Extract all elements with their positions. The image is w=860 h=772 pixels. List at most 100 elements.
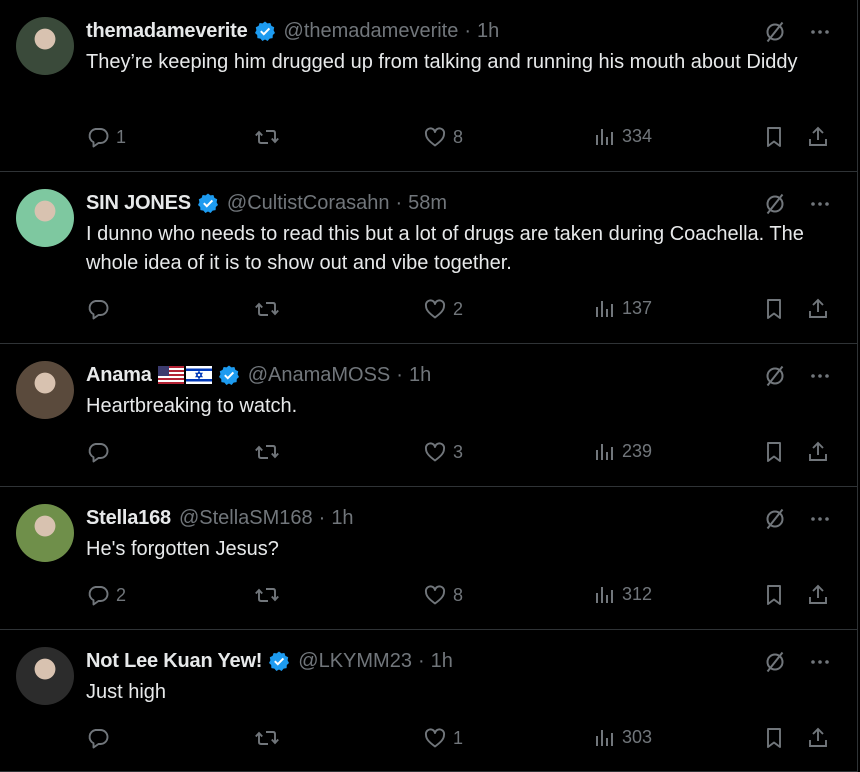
tweet[interactable]: SIN JONES @CultistCorasahn · 58m I dunno who… [0,172,857,344]
share-button[interactable] [806,726,830,750]
tweet[interactable]: Stella168 @StellaSM168 · 1h He's forgotten J… [0,487,857,630]
reply-icon [86,125,110,149]
like-button[interactable]: 8 [423,583,463,607]
tweet-header: Not Lee Kuan Yew! @LKYMM23 · 1h [86,646,453,676]
bookmark-button[interactable] [763,440,785,464]
separator-dot: · [417,649,425,672]
timestamp[interactable]: 1h [477,20,499,43]
replies-count: 1 [116,126,127,147]
tweet-header: themadameverite @themadameverite · 1h [86,16,499,46]
verified-icon [191,192,219,214]
retweet-icon [254,125,280,149]
tweet[interactable]: Not Lee Kuan Yew! @LKYMM23 · 1h Just high 1 30… [0,630,857,772]
likes-count: 1 [453,727,464,748]
avatar[interactable] [16,647,74,705]
display-name[interactable]: themadameverite [86,20,248,43]
share-button[interactable] [806,440,830,464]
user-handle[interactable]: @StellaSM168 [179,507,313,530]
tweet-header: Anama @AnamaMOSS · 1h [86,360,431,390]
separator-dot: · [395,191,403,214]
share-button[interactable] [806,583,830,607]
tweet-top-actions [763,364,831,388]
tweet-text: Just high [86,681,167,703]
reply-button[interactable] [86,297,116,321]
reply-button[interactable] [86,726,116,750]
grok-icon[interactable] [763,192,787,216]
like-button[interactable]: 8 [423,125,463,149]
tweet[interactable]: Anama @AnamaMOSS · 1h Heartbreaking to watch… [0,344,857,487]
us-flag-icon [157,366,184,384]
views-button[interactable]: 239 [594,440,652,462]
share-button[interactable] [806,297,830,321]
retweet-button[interactable] [254,583,286,607]
like-icon [423,297,447,321]
reply-button[interactable]: 1 [86,125,126,149]
retweet-button[interactable] [254,440,286,464]
display-name[interactable]: Stella168 [86,507,171,530]
views-button[interactable]: 334 [594,125,652,147]
timestamp[interactable]: 58m [408,192,447,215]
timestamp[interactable]: 1h [431,650,453,673]
views-button[interactable]: 303 [594,726,652,748]
israel-flag-icon [185,366,212,384]
user-handle[interactable]: @themadameverite [284,20,459,43]
more-icon[interactable] [809,193,831,215]
grok-icon[interactable] [763,20,787,44]
timestamp[interactable]: 1h [409,364,431,387]
grok-icon[interactable] [763,364,787,388]
display-name[interactable]: SIN JONES [86,192,191,215]
bookmark-icon [763,440,785,464]
like-icon [423,583,447,607]
more-icon[interactable] [809,365,831,387]
bookmark-icon [763,726,785,750]
likes-count: 2 [453,298,464,319]
views-icon [594,125,616,147]
avatar[interactable] [16,189,74,247]
grok-icon[interactable] [763,507,787,531]
user-handle[interactable]: @LKYMM23 [298,650,412,673]
user-handle[interactable]: @AnamaMOSS [248,364,391,387]
likes-count: 3 [453,441,464,462]
grok-icon[interactable] [763,650,787,674]
reply-icon [86,583,110,607]
more-icon[interactable] [809,21,831,43]
more-icon[interactable] [809,508,831,530]
like-button[interactable]: 1 [423,726,463,750]
retweet-icon [254,726,280,750]
separator-dot: · [464,19,472,42]
like-button[interactable]: 3 [423,440,463,464]
views-button[interactable]: 137 [594,297,652,319]
verified-icon [212,364,240,386]
display-name[interactable]: Anama [86,364,152,387]
bookmark-button[interactable] [763,583,785,607]
tweet-header: SIN JONES @CultistCorasahn · 58m [86,188,447,218]
user-handle[interactable]: @CultistCorasahn [227,192,390,215]
retweet-button[interactable] [254,125,286,149]
tweet-text: They’re keeping him drugged up from talk… [86,51,798,73]
views-count: 334 [622,125,653,146]
verified-icon [248,20,276,42]
avatar[interactable] [16,361,74,419]
avatar[interactable] [16,504,74,562]
display-name[interactable]: Not Lee Kuan Yew! [86,650,262,673]
more-icon[interactable] [809,651,831,673]
bookmark-button[interactable] [763,726,785,750]
bookmark-icon [763,297,785,321]
bookmark-button[interactable] [763,297,785,321]
tweet-actions: 2 8 312 [86,583,836,611]
reply-icon [86,297,110,321]
timestamp[interactable]: 1h [331,507,353,530]
tweet-text: He's forgotten Jesus? [86,538,279,560]
likes-count: 8 [453,584,464,605]
avatar[interactable] [16,17,74,75]
retweet-button[interactable] [254,726,286,750]
share-button[interactable] [806,125,830,149]
reply-button[interactable]: 2 [86,583,126,607]
tweet-actions: 1 8 334 [86,125,836,153]
retweet-button[interactable] [254,297,286,321]
tweet[interactable]: themadameverite @themadameverite · 1h They’r… [0,0,857,172]
views-button[interactable]: 312 [594,583,652,605]
like-button[interactable]: 2 [423,297,463,321]
bookmark-button[interactable] [763,125,785,149]
reply-button[interactable] [86,440,116,464]
